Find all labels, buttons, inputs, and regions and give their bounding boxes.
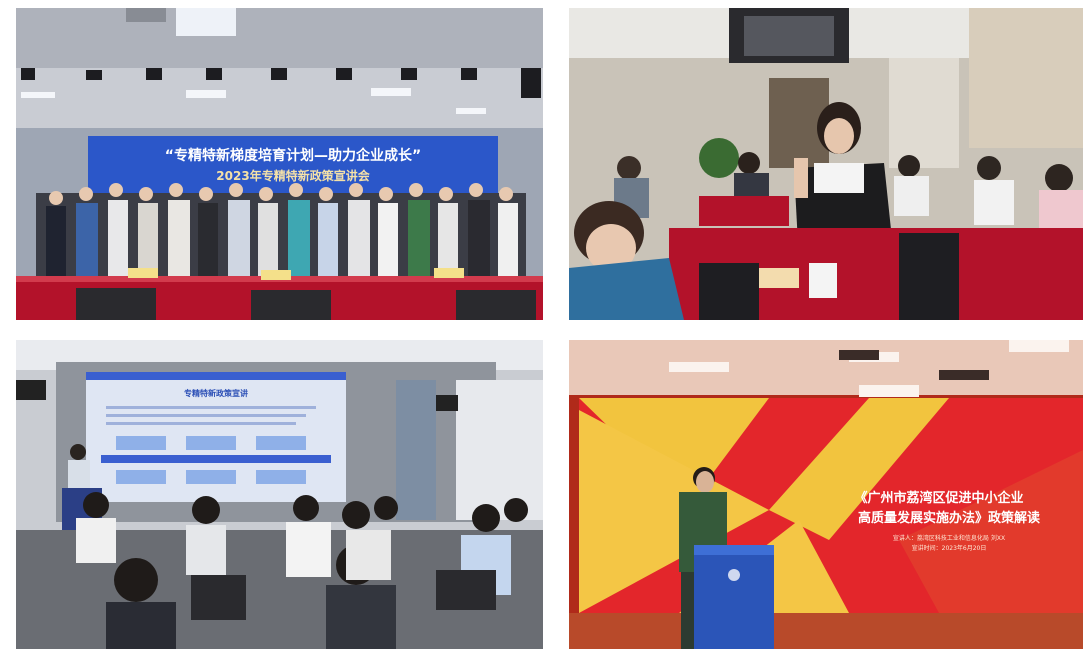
- group-photo: “专精特新梯度培育计划—助力企业成长” 2023年专精特新政策宣讲会: [16, 8, 543, 320]
- screen-sub-line2: 宣讲时间：2023年6月20日: [912, 544, 987, 552]
- banner-title: “专精特新梯度培育计划—助力企业成长”: [165, 147, 421, 164]
- speaker-podium-photo: 《广州市荔湾区促进中小企业 高质量发展实施办法》政策解读 宣讲人：荔湾区科技工业…: [569, 340, 1083, 649]
- speaker-podium-scene: 《广州市荔湾区促进中小企业 高质量发展实施办法》政策解读 宣讲人：荔湾区科技工业…: [569, 340, 1083, 649]
- screen-title-line1: 《广州市荔湾区促进中小企业: [854, 490, 1023, 506]
- screen-title-line2: 高质量发展实施办法》政策解读: [858, 510, 1040, 526]
- presentation-session-scene: 专精特新政策宣讲: [16, 340, 543, 649]
- group-photo-scene: “专精特新梯度培育计划—助力企业成长” 2023年专精特新政策宣讲会: [16, 8, 543, 320]
- podium: [694, 545, 774, 649]
- banner-subtitle: 2023年专精特新政策宣讲会: [216, 168, 370, 183]
- slide-title: 专精特新政策宣讲: [184, 388, 248, 398]
- audience-question-scene: [569, 8, 1083, 320]
- audience-question-photo: [569, 8, 1083, 320]
- presentation-session-photo: 专精特新政策宣讲: [16, 340, 543, 649]
- screen-sub-line1: 宣讲人：荔湾区科技工业和信息化局 刘XX: [893, 534, 1005, 542]
